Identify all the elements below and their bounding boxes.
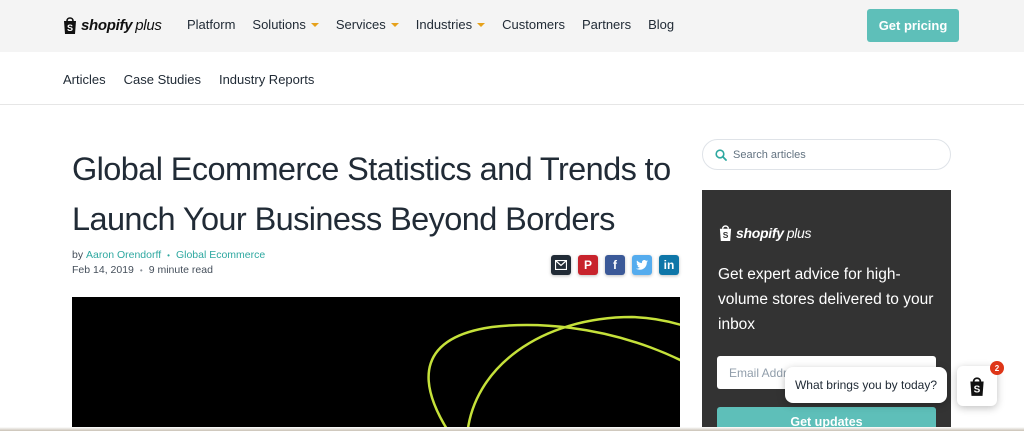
- search-icon: [715, 148, 727, 161]
- nav-label: Partners: [581, 17, 632, 32]
- bottom-shadow: [0, 427, 1024, 431]
- sub-nav: Articles Case Studies Industry Reports: [0, 52, 1024, 105]
- byline-prefix: by: [72, 249, 84, 261]
- shopping-bag-icon: S: [64, 16, 76, 34]
- promo-headline: Get expert advice for high-volume stores…: [718, 266, 934, 333]
- nav-customers[interactable]: Customers: [502, 17, 565, 32]
- nav-label: Customers: [502, 17, 565, 32]
- separator-dot: •: [167, 250, 170, 260]
- nav-label: Blog: [648, 17, 675, 32]
- logo-plus: plus: [786, 225, 812, 241]
- search-placeholder: Search articles: [733, 148, 806, 161]
- hero-curves: [427, 315, 680, 431]
- notification-badge: 2: [990, 361, 1004, 375]
- svg-text:S: S: [974, 384, 981, 395]
- nav-blog[interactable]: Blog: [648, 17, 674, 32]
- hero-image: [72, 297, 680, 431]
- get-pricing-button[interactable]: Get pricing: [867, 9, 959, 42]
- nav-platform[interactable]: Platform: [187, 17, 235, 32]
- logo-word: shopify: [736, 225, 784, 241]
- svg-text:S: S: [67, 23, 73, 33]
- linkedin-icon[interactable]: in: [659, 255, 679, 275]
- caret-down-icon: [477, 23, 486, 27]
- nav-partners[interactable]: Partners: [582, 17, 631, 32]
- nav-solutions[interactable]: Solutions: [252, 17, 319, 32]
- article-title: Global Ecommerce Statistics and Trends t…: [72, 151, 671, 237]
- logo-word: shopify: [81, 16, 133, 34]
- top-nav: S shopify plus Platform Solutions Service…: [0, 0, 1024, 52]
- subnav-case-studies[interactable]: Case Studies: [124, 72, 201, 87]
- logo-plus: plus: [135, 16, 162, 34]
- nav-label: Industries: [415, 17, 473, 32]
- shopping-bag-icon: S: [719, 225, 732, 241]
- twitter-icon[interactable]: [632, 255, 652, 275]
- subnav-articles[interactable]: Articles: [63, 72, 106, 87]
- category-link[interactable]: Global Ecommerce: [176, 249, 265, 261]
- byline: by Aaron Orendorff • Global Ecommerce: [72, 249, 265, 261]
- facebook-icon[interactable]: f: [605, 255, 625, 275]
- search-articles-input[interactable]: Search articles: [702, 139, 951, 170]
- shopify-plus-logo: S shopify plus: [718, 224, 811, 242]
- publish-date: Feb 14, 2019: [72, 264, 134, 276]
- main-nav: Platform Solutions Services Industries C…: [187, 17, 691, 32]
- caret-down-icon: [310, 23, 319, 27]
- subnav-industry-reports[interactable]: Industry Reports: [219, 72, 314, 87]
- nav-label: Platform: [187, 17, 236, 32]
- chat-prompt-bubble[interactable]: What brings you by today?: [785, 367, 947, 403]
- article-meta: Feb 14, 2019 • 9 minute read: [72, 264, 213, 278]
- pinterest-icon[interactable]: P: [578, 255, 598, 275]
- caret-down-icon: [390, 23, 399, 27]
- nav-label: Services: [335, 17, 386, 32]
- shopify-bag-icon: S: [970, 376, 984, 396]
- separator-dot: •: [139, 266, 143, 275]
- mail-icon[interactable]: [551, 255, 571, 275]
- share-buttons: P f in: [551, 255, 679, 275]
- svg-text:S: S: [723, 230, 729, 240]
- read-time: 9 minute read: [148, 264, 213, 276]
- nav-label: Solutions: [252, 17, 306, 32]
- nav-industries[interactable]: Industries: [415, 17, 486, 32]
- shopify-plus-logo[interactable]: S shopify plus: [62, 14, 162, 36]
- author-link[interactable]: Aaron Orendorff: [86, 249, 161, 261]
- nav-services[interactable]: Services: [336, 17, 399, 32]
